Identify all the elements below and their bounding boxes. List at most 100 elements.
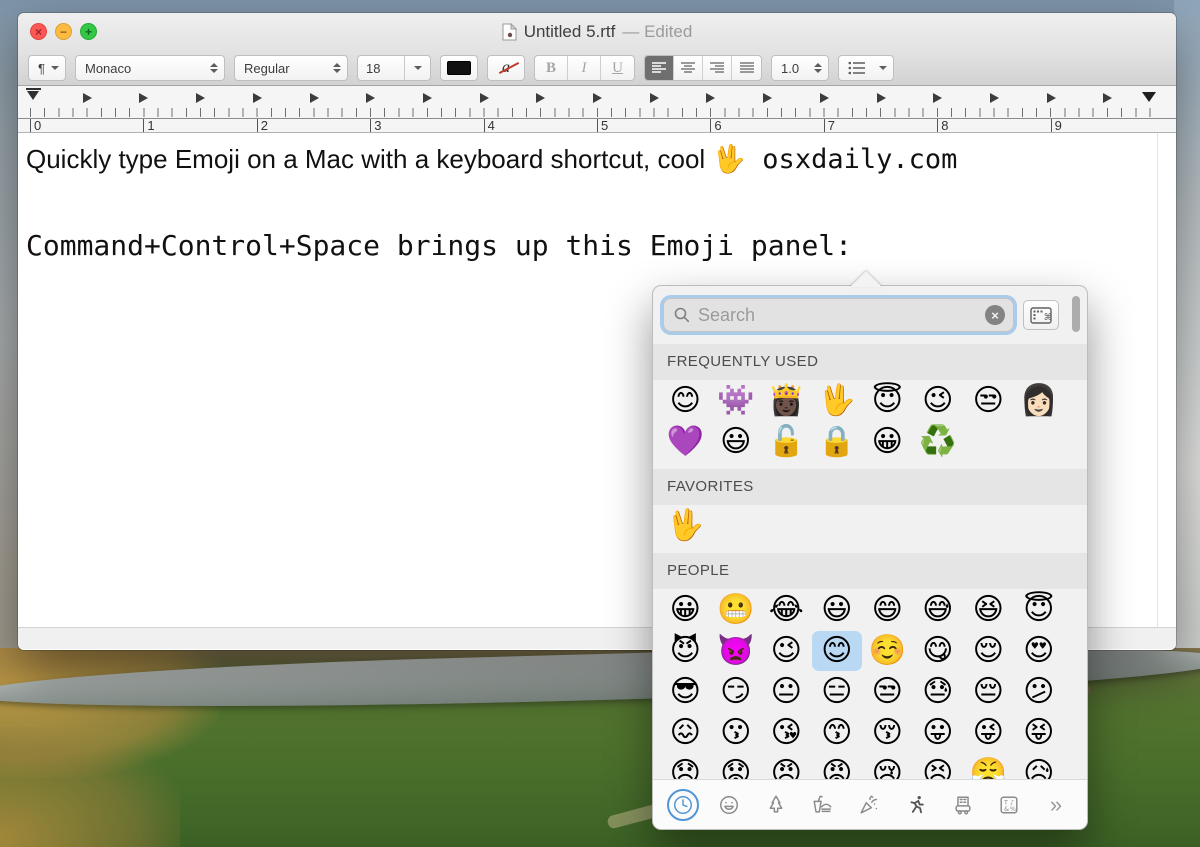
emoji-cell[interactable]: 😔 bbox=[963, 672, 1014, 712]
tab-stop-marker[interactable] bbox=[593, 93, 602, 103]
emoji-cell[interactable]: 😊 bbox=[660, 381, 711, 421]
emoji-cell[interactable]: 😎 bbox=[660, 672, 711, 712]
emoji-cell[interactable]: 😕 bbox=[1014, 672, 1065, 712]
category-activity[interactable] bbox=[899, 788, 933, 822]
emoji-cell[interactable]: 🔒 bbox=[812, 422, 863, 462]
close-button[interactable]: × bbox=[30, 23, 47, 40]
emoji-cell[interactable]: 😉 bbox=[913, 381, 964, 421]
emoji-cell[interactable]: 🔓 bbox=[761, 422, 812, 462]
emoji-cell[interactable]: 👸🏿 bbox=[761, 381, 812, 421]
emoji-cell[interactable]: 😥 bbox=[1014, 754, 1065, 780]
tab-stop-marker[interactable] bbox=[990, 93, 999, 103]
emoji-cell[interactable]: 🖖 bbox=[660, 506, 711, 546]
font-size-dropdown-button[interactable] bbox=[404, 56, 430, 80]
emoji-cell[interactable]: 👩🏻 bbox=[1014, 381, 1065, 421]
category-travel-places[interactable] bbox=[946, 788, 980, 822]
align-center-button[interactable] bbox=[674, 56, 703, 80]
tab-stop-marker[interactable] bbox=[253, 93, 262, 103]
align-right-button[interactable] bbox=[703, 56, 732, 80]
emoji-cell[interactable]: 😊 bbox=[812, 631, 863, 671]
document-background-color-well[interactable]: a bbox=[487, 55, 525, 81]
emoji-cell[interactable]: 😙 bbox=[812, 713, 863, 753]
align-left-button[interactable] bbox=[645, 56, 674, 80]
category-food-drink[interactable] bbox=[805, 788, 839, 822]
emoji-cell[interactable]: 😒 bbox=[862, 672, 913, 712]
emoji-cell[interactable]: 😠 bbox=[761, 754, 812, 780]
category-symbols[interactable]: T ♪ & % bbox=[992, 788, 1026, 822]
category-celebration[interactable] bbox=[852, 788, 886, 822]
emoji-cell[interactable]: 💜 bbox=[660, 422, 711, 462]
emoji-cell[interactable]: 😏 bbox=[711, 672, 762, 712]
category-recents[interactable] bbox=[667, 789, 699, 821]
emoji-cell[interactable]: 😟 bbox=[711, 754, 762, 780]
emoji-cell[interactable]: 😋 bbox=[913, 631, 964, 671]
category-nature[interactable] bbox=[759, 788, 793, 822]
tab-stop-marker[interactable] bbox=[763, 93, 772, 103]
emoji-cell[interactable]: 😇 bbox=[862, 381, 913, 421]
emoji-cell[interactable]: 😒 bbox=[963, 381, 1014, 421]
tab-stop-marker[interactable] bbox=[139, 93, 148, 103]
indent-marker[interactable] bbox=[26, 88, 41, 100]
emoji-cell[interactable]: 😝 bbox=[1014, 713, 1065, 753]
emoji-cell[interactable]: 😅 bbox=[913, 590, 964, 630]
panel-scrollbar[interactable] bbox=[1072, 296, 1080, 332]
tab-stop-marker[interactable] bbox=[1047, 93, 1056, 103]
line-spacing-stepper[interactable]: 1.0 bbox=[771, 55, 829, 81]
category-more[interactable]: » bbox=[1039, 788, 1073, 822]
zoom-button[interactable]: + bbox=[80, 23, 97, 40]
category-people[interactable] bbox=[712, 788, 746, 822]
emoji-cell[interactable]: 😈 bbox=[660, 631, 711, 671]
font-size-combo[interactable]: 18 bbox=[357, 55, 431, 81]
emoji-cell[interactable]: 😢 bbox=[862, 754, 913, 780]
emoji-cell[interactable]: 😉 bbox=[761, 631, 812, 671]
emoji-cell[interactable]: 😤 bbox=[963, 754, 1014, 780]
emoji-cell[interactable]: ♻️ bbox=[913, 422, 964, 462]
emoji-cell[interactable]: 😂 bbox=[761, 590, 812, 630]
emoji-cell[interactable]: 👾 bbox=[711, 381, 762, 421]
emoji-cell[interactable]: 😍 bbox=[1014, 631, 1065, 671]
emoji-cell[interactable]: 😃 bbox=[711, 422, 762, 462]
italic-button[interactable]: I bbox=[568, 56, 601, 80]
list-style-dropdown[interactable] bbox=[838, 55, 894, 81]
emoji-cell[interactable]: 😘 bbox=[761, 713, 812, 753]
underline-button[interactable]: U bbox=[601, 56, 634, 80]
minimize-button[interactable]: − bbox=[55, 23, 72, 40]
tab-stop-marker[interactable] bbox=[196, 93, 205, 103]
emoji-cell[interactable]: 😀 bbox=[660, 590, 711, 630]
tab-stop-marker[interactable] bbox=[423, 93, 432, 103]
tab-stop-marker[interactable] bbox=[820, 93, 829, 103]
ruler[interactable]: 0123456789 bbox=[18, 86, 1176, 133]
right-margin-marker[interactable] bbox=[1142, 92, 1156, 102]
paragraph-style-dropdown[interactable]: ¶ bbox=[28, 55, 66, 81]
tab-stop-marker[interactable] bbox=[1103, 93, 1112, 103]
tab-stop-marker[interactable] bbox=[536, 93, 545, 103]
emoji-cell[interactable]: 👿 bbox=[711, 631, 762, 671]
tab-stop-marker[interactable] bbox=[877, 93, 886, 103]
emoji-cell[interactable]: 😖 bbox=[660, 713, 711, 753]
emoji-cell[interactable]: 😜 bbox=[963, 713, 1014, 753]
emoji-cell[interactable]: 😚 bbox=[862, 713, 913, 753]
titlebar[interactable]: × − + Untitled 5.rtf — Edited bbox=[18, 13, 1176, 50]
character-viewer-button[interactable]: ⌘ bbox=[1023, 300, 1059, 330]
tab-stop-marker[interactable] bbox=[933, 93, 942, 103]
emoji-cell[interactable]: 😌 bbox=[963, 631, 1014, 671]
emoji-cell[interactable]: 😣 bbox=[913, 754, 964, 780]
emoji-cell[interactable]: 😡 bbox=[812, 754, 863, 780]
tab-stop-marker[interactable] bbox=[480, 93, 489, 103]
emoji-cell[interactable]: 🖖 bbox=[812, 381, 863, 421]
emoji-cell[interactable]: 😀 bbox=[862, 422, 913, 462]
emoji-cell[interactable]: 😇 bbox=[1014, 590, 1065, 630]
tab-stop-marker[interactable] bbox=[83, 93, 92, 103]
tab-stop-marker[interactable] bbox=[366, 93, 375, 103]
tab-stop-marker[interactable] bbox=[310, 93, 319, 103]
bold-button[interactable]: B bbox=[535, 56, 568, 80]
emoji-cell[interactable]: 😛 bbox=[913, 713, 964, 753]
emoji-cell[interactable]: 😐 bbox=[761, 672, 812, 712]
emoji-cell[interactable]: 😆 bbox=[963, 590, 1014, 630]
text-color-well[interactable] bbox=[440, 55, 478, 81]
emoji-cell[interactable]: 😓 bbox=[913, 672, 964, 712]
search-input[interactable]: Search × bbox=[663, 298, 1014, 332]
tab-stop-marker[interactable] bbox=[706, 93, 715, 103]
emoji-cell[interactable]: 😑 bbox=[812, 672, 863, 712]
emoji-cell[interactable]: 😗 bbox=[711, 713, 762, 753]
